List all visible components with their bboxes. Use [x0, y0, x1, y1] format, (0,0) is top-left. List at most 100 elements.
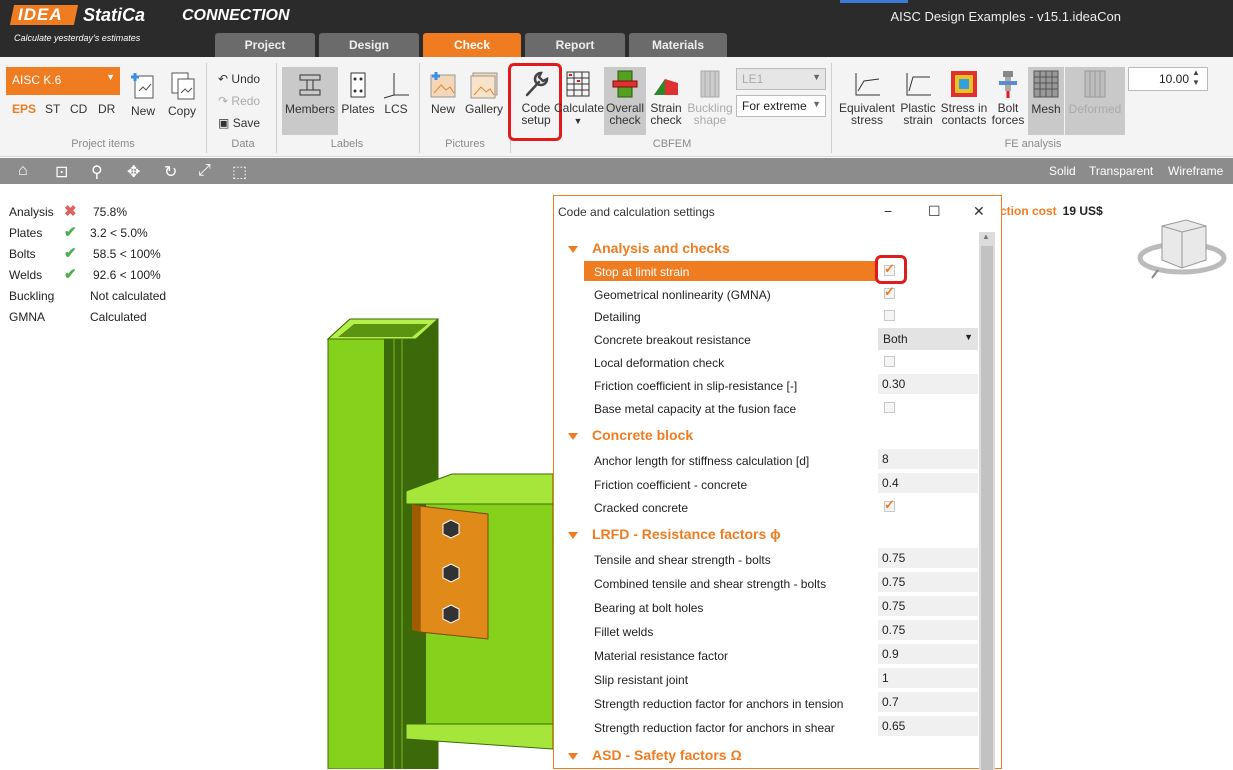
deformed-button[interactable]: Deformed [1065, 67, 1125, 135]
file-title: AISC Design Examples - v15.1.ideaCon [890, 9, 1121, 24]
slip-input[interactable]: 1 [878, 668, 978, 688]
spin-down-icon[interactable]: ▼ [1192, 78, 1200, 87]
result-label-welds: Welds [9, 268, 43, 282]
gmna-label: Geometrical nonlinearity (GMNA) [594, 288, 771, 302]
section-lrfd[interactable]: LRFD - Resistance factors ϕ [568, 526, 781, 542]
anchors-tension-input[interactable]: 0.7 [878, 692, 978, 712]
lcs-label-button[interactable]: LCS [380, 71, 412, 116]
undo-button[interactable]: ↶ Undo [218, 72, 260, 86]
breakout-select[interactable]: Both ▼ [878, 328, 978, 350]
mesh-icon [1033, 70, 1059, 98]
tab-project[interactable]: Project [215, 33, 315, 57]
view-cube-widget[interactable] [1136, 212, 1228, 282]
tab-design[interactable]: Design [319, 33, 419, 57]
project-op-st[interactable]: ST [45, 102, 60, 116]
fe-analysis-group-label: FE analysis [1004, 138, 1062, 150]
bolt-forces-label-2: forces [991, 113, 1025, 127]
bearing-input[interactable]: 0.75 [878, 596, 978, 616]
section-title: Concrete block [592, 427, 694, 443]
section-asd[interactable]: ASD - Safety factors Ω [568, 747, 742, 763]
new-item-label: New [130, 104, 155, 118]
new-picture-label: New [430, 102, 455, 116]
friction-slip-input[interactable]: 0.30 [878, 374, 978, 394]
copy-item-button[interactable]: Copy [165, 71, 199, 118]
material-input[interactable]: 0.9 [878, 644, 978, 664]
pan-icon[interactable]: ✥ [127, 162, 140, 182]
check-icon: ✓ [884, 497, 895, 512]
base-metal-checkbox[interactable] [884, 402, 895, 413]
new-item-button[interactable]: New [126, 71, 160, 118]
3d-model-view[interactable] [0, 184, 553, 769]
anchor-length-input[interactable]: 8 [878, 449, 978, 469]
rotate-icon[interactable]: ↻ [164, 162, 177, 182]
dialog-scrollbar[interactable]: ▲ [979, 232, 995, 770]
redo-button[interactable]: ↷ Redo [218, 94, 260, 108]
close-icon[interactable]: ✕ [973, 203, 985, 220]
calculate-icon [566, 71, 590, 97]
load-effect-select[interactable]: LE1 ▼ [736, 68, 826, 90]
project-op-dr[interactable]: DR [98, 102, 115, 116]
minimize-icon[interactable]: − [884, 203, 892, 219]
calculate-button[interactable]: Calculate ▼ [554, 69, 605, 127]
mesh-button[interactable]: Mesh [1028, 67, 1064, 135]
fillet-input[interactable]: 0.75 [878, 620, 978, 640]
friction-concrete-input[interactable]: 0.4 [878, 473, 978, 493]
equivalent-stress-button[interactable]: Equivalent stress [838, 69, 896, 126]
extreme-select[interactable]: For extreme ▼ [736, 95, 826, 117]
project-op-cd[interactable]: CD [70, 102, 87, 116]
highlight-stop-limit-checkbox [875, 255, 907, 284]
home-icon[interactable]: ⌂ [18, 162, 28, 180]
collapse-icon [568, 752, 578, 760]
cracked-concrete-checkbox[interactable]: ✓ [884, 497, 895, 512]
fit-view-icon[interactable]: ⤢ [198, 162, 211, 180]
transparent-mode[interactable]: Transparent [1089, 164, 1153, 178]
section-concrete-block[interactable]: Concrete block [568, 427, 693, 443]
scroll-thumb[interactable] [981, 246, 993, 770]
plastic-strain-button[interactable]: Plastic strain [898, 69, 938, 126]
detailing-checkbox[interactable] [884, 310, 895, 321]
gmna-checkbox[interactable]: ✓ [884, 284, 895, 299]
check-icon: ✓ [884, 284, 895, 299]
calculate-label: Calculate [554, 101, 605, 115]
solid-mode[interactable]: Solid [1049, 164, 1076, 178]
section-analysis-checks[interactable]: Analysis and checks [568, 240, 730, 256]
members-label-button[interactable]: Members [282, 67, 338, 135]
tab-report[interactable]: Report [525, 33, 625, 57]
stress-contacts-icon [951, 71, 977, 97]
project-op-eps[interactable]: EPS [12, 102, 36, 116]
gallery-button[interactable]: Gallery [464, 71, 504, 116]
local-deformation-checkbox[interactable] [884, 356, 895, 367]
new-picture-button[interactable]: New [425, 71, 461, 116]
search-icon[interactable]: ⚲ [91, 162, 103, 182]
strain-check-button[interactable]: Strain check [646, 69, 686, 126]
spin-up-icon[interactable]: ▲ [1192, 68, 1200, 77]
check-icon: ✔ [64, 245, 77, 262]
material-label: Material resistance factor [594, 649, 729, 663]
product-name: CONNECTION [182, 7, 290, 24]
maximize-icon[interactable]: ☐ [928, 203, 941, 220]
stress-contacts-button[interactable]: Stress in contacts [940, 69, 988, 126]
save-icon: ▣ [218, 116, 230, 130]
project-item-select[interactable]: AISC K.6 ▼ [6, 67, 120, 95]
bearing-label: Bearing at bolt holes [594, 601, 704, 615]
breakout-value: Both [883, 332, 908, 346]
wireframe-mode[interactable]: Wireframe [1168, 164, 1223, 178]
plates-label: Plates [341, 102, 375, 116]
tab-materials[interactable]: Materials [629, 33, 727, 57]
scroll-up-icon[interactable]: ▲ [982, 232, 990, 241]
bolt-forces-button[interactable]: Bolt forces [990, 69, 1026, 126]
save-button[interactable]: ▣ Save [218, 116, 260, 130]
buckling-shape-button[interactable]: Buckling shape [686, 69, 734, 126]
result-label-bolts: Bolts [9, 247, 36, 261]
undo-icon: ↶ [218, 72, 229, 86]
scale-spinner[interactable]: ▲ ▼ [1192, 68, 1200, 88]
view-cube-icon[interactable]: ⬚ [232, 162, 247, 182]
zoom-window-icon[interactable]: ⊡ [55, 162, 68, 182]
plates-label-button[interactable]: Plates [340, 71, 376, 116]
friction-slip-label: Friction coefficient in slip-resistance … [594, 379, 798, 393]
combined-input[interactable]: 0.75 [878, 572, 978, 592]
anchors-shear-input[interactable]: 0.65 [878, 716, 978, 736]
tensile-shear-input[interactable]: 0.75 [878, 548, 978, 568]
overall-check-button[interactable]: Overall check [604, 67, 646, 135]
tab-check[interactable]: Check [423, 33, 521, 57]
